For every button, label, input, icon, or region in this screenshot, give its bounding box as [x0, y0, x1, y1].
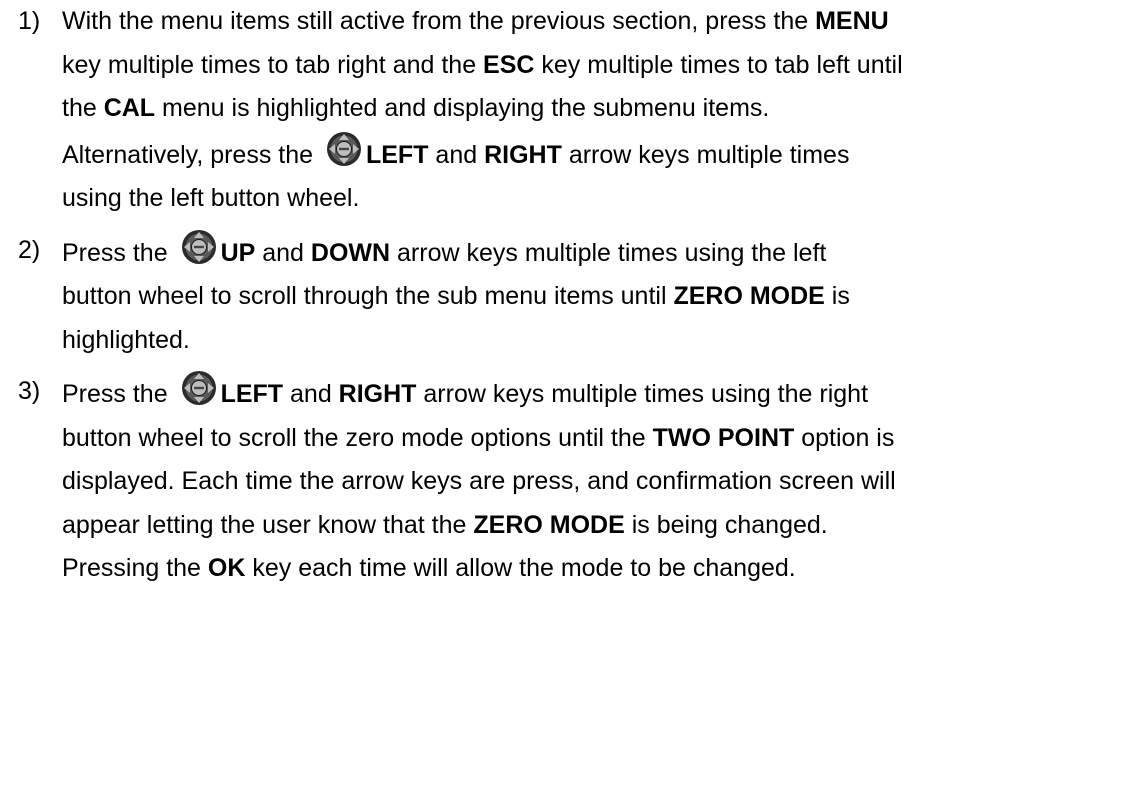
- text-run: is: [824, 282, 850, 310]
- step-number: 3): [18, 377, 41, 405]
- text-run: arrow keys multiple times: [561, 140, 850, 169]
- text-run: button wheel to scroll through the sub m…: [62, 282, 674, 310]
- text-run: key multiple times to tab left until: [534, 50, 903, 79]
- text-run: Alternatively, press the: [62, 140, 320, 169]
- text-run: key each time will allow the mode to be …: [245, 554, 796, 582]
- step-text-line: key multiple times to tab right and the …: [62, 44, 1140, 88]
- bold-keyword: RIGHT: [338, 380, 417, 408]
- button-wheel-icon: [326, 131, 362, 167]
- text-run: arrow keys multiple times using the righ…: [416, 380, 869, 408]
- text-run: appear letting the user know that the: [62, 510, 474, 539]
- text-run: and: [255, 238, 311, 267]
- text-run: arrow keys multiple times using the left: [390, 238, 827, 267]
- step-text-line: button wheel to scroll the zero mode opt…: [62, 417, 1140, 461]
- text-run: highlighted.: [62, 325, 190, 354]
- instruction-step: 3) Press the LEFT and RIGHT arrow keys mu…: [0, 370, 1140, 591]
- step-text-line: Press the UP and DOWN arrow keys multipl…: [62, 229, 1140, 276]
- step-text-line: Alternatively, press the LEFT and RIGHT …: [62, 131, 1140, 178]
- step-text-line: highlighted.: [62, 319, 1140, 363]
- text-run: Press the: [62, 238, 175, 267]
- bold-keyword: ZERO MODE: [473, 510, 625, 539]
- text-run: the: [62, 94, 104, 122]
- button-wheel-icon: [181, 370, 217, 406]
- bold-keyword: CAL: [103, 94, 156, 122]
- step-text-line: button wheel to scroll through the sub m…: [62, 275, 1140, 319]
- button-wheel-icon: [181, 229, 217, 265]
- step-text-line: the CAL menu is highlighted and displayi…: [62, 87, 1140, 131]
- step-text-line: With the menu items still active from th…: [62, 0, 1140, 44]
- instruction-document: 1) With the menu items still active from …: [0, 0, 1140, 591]
- instruction-step: 2) Press the UP and DOWN arrow keys multi…: [0, 229, 1140, 363]
- text-run: button wheel to scroll the zero mode opt…: [62, 423, 653, 452]
- step-text-line: Press the LEFT and RIGHT arrow keys mult…: [62, 370, 1140, 417]
- step-number: 2): [18, 235, 41, 264]
- instruction-step: 1) With the menu items still active from …: [0, 0, 1140, 221]
- bold-keyword: MENU: [815, 7, 889, 35]
- text-run: With the menu items still active from th…: [62, 7, 816, 35]
- step-text-line: appear letting the user know that the ZE…: [62, 504, 1140, 548]
- bold-keyword: LEFT: [220, 380, 284, 408]
- text-run: is being changed.: [624, 510, 828, 539]
- step-text-line: displayed. Each time the arrow keys are …: [62, 460, 1140, 504]
- bold-keyword: RIGHT: [484, 140, 562, 169]
- text-run: key multiple times to tab right and the: [62, 50, 484, 79]
- bold-keyword: UP: [220, 238, 256, 267]
- bold-keyword: TWO POINT: [652, 423, 795, 452]
- text-run: option is: [794, 423, 895, 452]
- text-run: using the left button wheel.: [62, 184, 360, 212]
- text-run: Press the: [62, 380, 175, 408]
- text-run: displayed. Each time the arrow keys are …: [62, 467, 896, 495]
- text-run: and: [428, 140, 485, 169]
- bold-keyword: ZERO MODE: [673, 282, 825, 310]
- bold-keyword: OK: [207, 554, 246, 582]
- text-run: menu is highlighted and displaying the s…: [155, 94, 770, 122]
- step-text-line: using the left button wheel.: [62, 177, 1140, 221]
- bold-keyword: DOWN: [310, 238, 391, 267]
- text-run: and: [283, 380, 339, 408]
- bold-keyword: ESC: [483, 50, 535, 79]
- step-text-line: Pressing the OK key each time will allow…: [62, 547, 1140, 591]
- text-run: Pressing the: [62, 554, 208, 582]
- bold-keyword: LEFT: [365, 140, 429, 169]
- step-number: 1): [18, 7, 41, 35]
